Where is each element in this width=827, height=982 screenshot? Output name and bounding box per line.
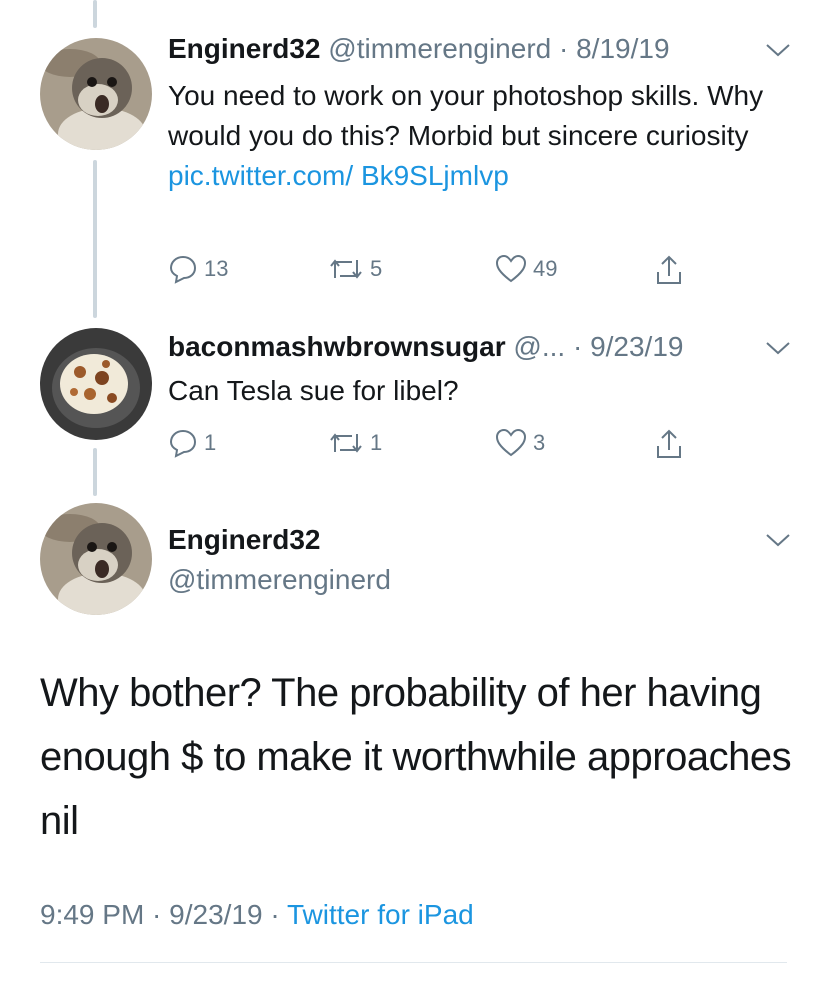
main-tweet-header: Enginerd32 @timmerenginerd	[168, 522, 391, 598]
author-name[interactable]: Enginerd32	[168, 33, 320, 64]
reply-count: 13	[204, 256, 229, 281]
retweet-button[interactable]: 1	[328, 428, 382, 458]
separator: ·	[551, 33, 577, 64]
share-button[interactable]	[654, 254, 684, 286]
tweet-date: 9/23/19	[169, 899, 263, 930]
tweet-header: baconmashwbrownsugar @... · 9/23/19	[168, 329, 683, 365]
reply-icon	[169, 429, 197, 458]
avatar[interactable]	[40, 503, 152, 615]
food-avatar-icon	[40, 328, 152, 440]
thread-line-1	[93, 160, 97, 318]
tweet-text: You need to work on your photoshop skill…	[168, 76, 798, 196]
tweet-date[interactable]: 8/19/19	[576, 33, 669, 64]
tweet-actions: 13 5 49	[168, 254, 728, 288]
share-button[interactable]	[654, 428, 684, 460]
share-icon	[657, 255, 681, 284]
author-handle[interactable]: @timmerenginerd	[168, 562, 391, 598]
main-tweet-text: Why bother? The probability of her havin…	[40, 671, 792, 843]
separator: ·	[144, 899, 170, 930]
tweet-link[interactable]: pic.twitter.com/ Bk9SLjmlvp	[168, 160, 509, 191]
like-count: 3	[533, 430, 546, 455]
author-name[interactable]: Enginerd32	[168, 522, 391, 558]
retweet-button[interactable]: 5	[328, 254, 382, 284]
reply-button[interactable]: 1	[168, 428, 216, 458]
like-button[interactable]: 3	[495, 428, 545, 458]
reply-button[interactable]: 13	[168, 254, 228, 284]
tweet-actions: 1 1 3	[168, 428, 728, 462]
separator: ·	[262, 899, 287, 930]
retweet-icon	[330, 433, 362, 453]
seal-avatar-icon	[40, 503, 152, 615]
seal-avatar-icon	[40, 38, 152, 150]
tweet-source-link[interactable]: Twitter for iPad	[287, 899, 474, 930]
author-name[interactable]: baconmashwbrownsugar	[168, 331, 506, 362]
tweet-footer: 9:49 PM · 9/23/19 · Twitter for iPad	[40, 895, 474, 935]
thread-line-2	[93, 448, 97, 496]
tweet-header: Enginerd32 @timmerenginerd · 8/19/19	[168, 31, 670, 67]
tweet-body: You need to work on your photoshop skill…	[168, 80, 764, 151]
avatar[interactable]	[40, 328, 152, 440]
avatar[interactable]	[40, 38, 152, 150]
author-handle[interactable]: @timmerenginerd	[328, 33, 551, 64]
author-handle[interactable]: @...	[513, 331, 565, 362]
chevron-down-icon[interactable]	[765, 340, 791, 356]
share-icon	[657, 429, 681, 458]
reply-count: 1	[204, 430, 217, 455]
like-button[interactable]: 49	[495, 254, 557, 284]
like-count: 49	[533, 256, 558, 281]
retweet-count: 1	[370, 430, 383, 455]
thread-line-top	[93, 0, 97, 28]
heart-icon	[495, 428, 527, 457]
chevron-down-icon[interactable]	[765, 532, 791, 548]
tweet-body: Can Tesla sue for libel?	[168, 375, 459, 406]
separator: ·	[565, 331, 591, 362]
chevron-down-icon[interactable]	[765, 42, 791, 58]
reply-icon	[169, 255, 197, 284]
tweet-time: 9:49 PM	[40, 899, 145, 930]
retweet-icon	[330, 259, 362, 279]
tweet-date[interactable]: 9/23/19	[590, 331, 683, 362]
divider	[40, 962, 787, 963]
heart-icon	[495, 254, 527, 283]
retweet-count: 5	[370, 256, 383, 281]
tweet-text: Can Tesla sue for libel?	[168, 371, 798, 411]
